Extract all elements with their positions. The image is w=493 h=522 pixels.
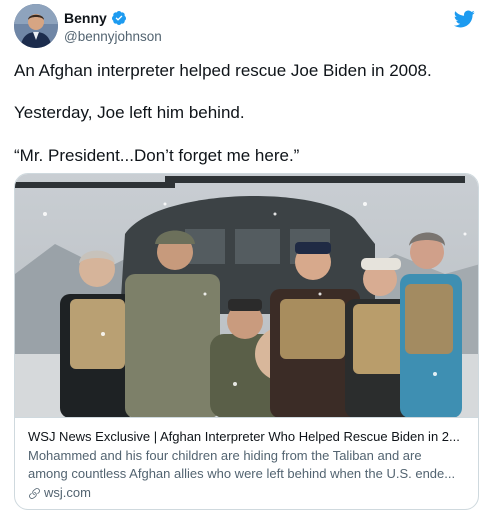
verified-badge-icon xyxy=(111,11,126,25)
author-name[interactable]: Benny xyxy=(64,10,107,26)
tweet-text-line: An Afghan interpreter helped rescue Joe … xyxy=(14,61,432,80)
card-image[interactable] xyxy=(15,174,478,418)
card-title[interactable]: WSJ News Exclusive | Afghan Interpreter … xyxy=(28,428,467,446)
twitter-bird-icon[interactable] xyxy=(452,8,476,30)
card-body[interactable]: WSJ News Exclusive | Afghan Interpreter … xyxy=(15,418,478,509)
author-handle[interactable]: @bennyjohnson xyxy=(64,29,162,44)
card-domain-row[interactable]: wsj.com xyxy=(28,484,467,502)
photo-group-soldiers-helicopter-icon xyxy=(15,174,478,417)
person-avatar-icon xyxy=(14,4,58,48)
tweet-text-line: “Mr. President...Don’t forget me here.” xyxy=(14,146,300,165)
link-icon xyxy=(29,487,40,499)
author-name-row: Benny xyxy=(64,10,127,26)
tweet-text-line: Yesterday, Joe left him behind. xyxy=(14,103,245,122)
avatar[interactable] xyxy=(14,4,58,48)
card-description: Mohammed and his four children are hidin… xyxy=(28,447,467,483)
card-domain[interactable]: wsj.com xyxy=(44,484,91,502)
link-preview-card[interactable]: WSJ News Exclusive | Afghan Interpreter … xyxy=(14,173,479,510)
card-description-line: Mohammed and his four children are hidin… xyxy=(28,448,422,463)
card-description-line: among countless Afghan allies who were l… xyxy=(28,466,456,481)
tweet-header: Benny @bennyjohnson xyxy=(14,4,480,48)
